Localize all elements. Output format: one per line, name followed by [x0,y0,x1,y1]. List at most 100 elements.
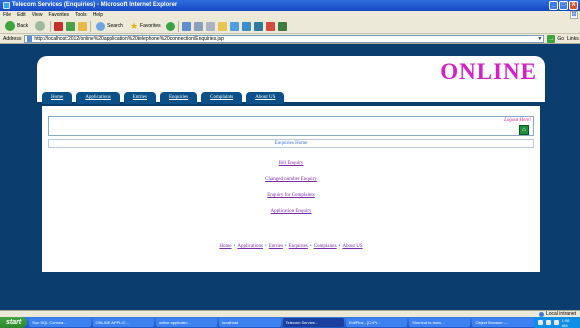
nav-home[interactable]: Home [42,92,73,104]
enquiry-links: Bill Enquiry Changed number Enquiry Enqu… [42,156,540,220]
browser-toolbar: Back Search ★ Favorites [0,19,580,34]
nav-enquiries[interactable]: Enquiries [159,92,198,104]
menu-tools[interactable]: Tools [75,11,87,19]
maximize-button[interactable]: □ [559,1,568,10]
forward-arrow-icon [35,21,46,31]
footer-about-us[interactable]: About US [342,244,362,249]
main-nav: Home Applications Entries Enquiries Comp… [42,92,285,104]
menu-file[interactable]: File [3,11,11,19]
flag-icon[interactable] [265,21,275,31]
back-button[interactable]: Back [3,21,30,32]
bullet-icon: • [233,244,236,249]
taskbar-item[interactable]: Object Browser -... [472,318,534,327]
logout-link[interactable]: Logout Here! [504,118,531,123]
footer-nav: Home • Applications • Entries • Enquiries • Comp… [42,244,540,249]
page-viewport: ONLINE Home Applications Entries Enquiri… [0,44,580,310]
window-titlebar: Telecom Services (Enquiries) - Microsoft… [0,0,580,11]
taskbar-item[interactable]: online applicatio... [155,318,218,327]
nav-entries[interactable]: Entries [123,92,156,104]
taskbar-item[interactable]: ONLINE APPLIC... [92,318,154,327]
toolbar-separator [90,20,92,32]
close-button[interactable]: X [569,1,578,10]
history-icon[interactable] [181,21,191,31]
footer-applications[interactable]: Applications [237,244,263,249]
user-box: Logout Here! ⌂ [48,116,534,136]
menu-favorites[interactable]: Favorites [48,11,69,19]
bullet-icon: • [284,244,287,249]
word-icon[interactable] [241,21,251,31]
menu-edit[interactable]: Edit [17,11,26,19]
taskbar-item[interactable]: EditPlus - [C:\Pr... [345,318,408,327]
window-title: Telecom Services (Enquiries) - Microsoft… [12,2,178,8]
bullet-icon: • [338,244,341,249]
bill-enquiry-link[interactable]: Bill Enquiry [42,156,540,172]
system-tray: 1:06 AM [533,317,580,328]
go-arrow-icon: → [547,34,556,43]
window-controls: _ □ X [549,1,578,10]
back-label: Back [17,23,29,29]
go-button[interactable]: → Go [547,34,565,43]
footer-entries[interactable]: Entries [269,244,283,249]
changed-number-enquiry-link[interactable]: Changed number Enquiry [42,172,540,188]
back-arrow-icon [5,21,15,31]
bullet-icon: • [264,244,267,249]
star-icon: ★ [129,20,139,31]
taskbar-item[interactable]: Sun SQL Comma... [29,318,91,327]
footer-home[interactable]: Home [219,244,231,249]
address-label: Address [3,35,22,42]
complaints-enquiry-link[interactable]: Enquiry for Complaints [42,188,540,204]
page-heading: Enquiries Home [48,139,534,148]
chevron-down-icon[interactable]: ▼ [537,36,542,42]
page-icon [27,35,33,42]
links-button[interactable]: Links [567,36,579,42]
stop-icon[interactable] [54,21,64,31]
messenger-icon[interactable] [229,21,239,31]
menu-view[interactable]: View [32,11,43,19]
footer-enquiries[interactable]: Enquiries [289,244,308,249]
mail-icon[interactable] [193,21,203,31]
search-button[interactable]: Search [94,21,125,32]
clock: 1:06 AM [561,317,570,328]
footer-complaints[interactable]: Complaints [314,244,337,249]
nav-about-us[interactable]: About US [246,92,285,104]
menu-help[interactable]: Help [93,11,103,19]
search-label: Search [107,23,123,29]
home-icon[interactable] [78,21,88,31]
nav-complaints[interactable]: Complaints [201,92,243,104]
content-panel: Logout Here! ⌂ Enquiries Home Bill Enqui… [42,106,540,272]
windows-logo-icon: ⊞ [570,11,578,19]
taskbar: start Sun SQL Comma... ONLINE APPLIC... … [0,317,580,328]
research-icon[interactable] [253,21,263,31]
address-input[interactable]: http://localhost:2012/online%20applicati… [24,34,545,43]
tray-icon[interactable] [545,320,551,325]
site-banner: ONLINE Home Applications Entries Enquiri… [37,56,545,104]
media-icon[interactable] [165,21,175,31]
bullet-icon: • [309,244,312,249]
status-bar: Local intranet [0,310,580,317]
folder-icon[interactable] [217,21,227,31]
tool-icon[interactable] [277,21,287,31]
tray-icon[interactable] [553,320,559,325]
menu-bar: File Edit View Favorites Tools Help ⊞ [0,11,580,19]
address-bar: Address http://localhost:2012/online%20a… [0,34,580,44]
ie-app-icon [3,2,10,9]
taskbar-item-active[interactable]: Telecom Service... [282,318,344,327]
favorites-label: Favorites [140,23,161,29]
toolbar-separator [177,20,179,32]
search-icon [96,21,106,31]
minimize-button[interactable]: _ [549,1,558,10]
print-icon[interactable] [205,21,215,31]
favorites-button[interactable]: ★ Favorites [128,21,163,32]
application-enquiry-link[interactable]: Application Enquiry [42,204,540,220]
start-button[interactable]: start [0,317,28,328]
taskbar-item[interactable]: localhost [219,318,281,327]
refresh-icon[interactable] [66,21,76,31]
nav-applications[interactable]: Applications [76,92,120,104]
address-url: http://localhost:2012/online%20applicati… [34,35,224,42]
forward-button[interactable] [33,21,47,32]
toolbar-separator [50,20,52,32]
home-icon-button[interactable]: ⌂ [519,125,529,135]
tray-icon[interactable] [537,320,543,325]
go-label: Go [557,35,565,42]
taskbar-item[interactable]: Shortcut to tomc... [409,318,471,327]
